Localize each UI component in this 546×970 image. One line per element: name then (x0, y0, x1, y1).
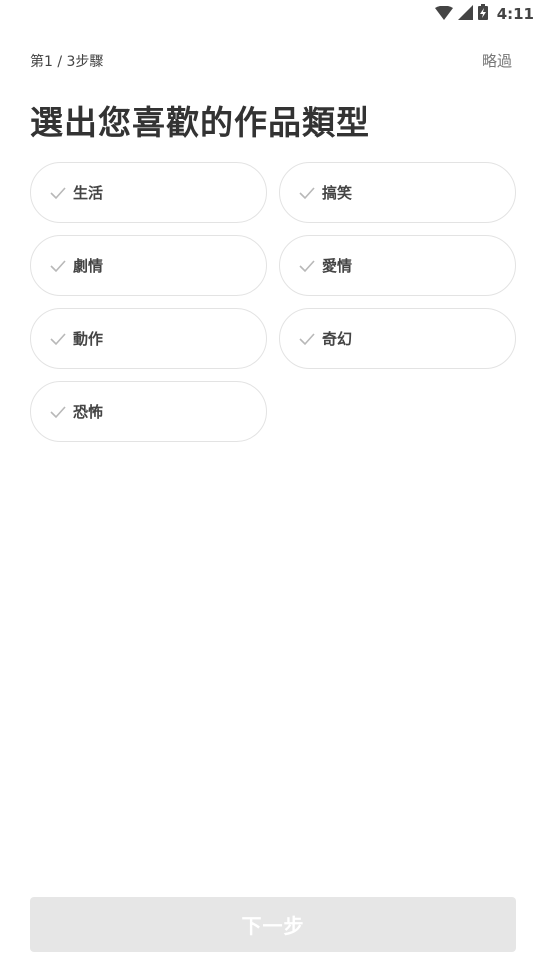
genre-label: 奇幻 (322, 330, 353, 348)
check-icon (298, 184, 316, 202)
genre-label: 劇情 (73, 257, 104, 275)
genre-chip-action[interactable]: 動作 (30, 308, 267, 369)
genre-chip-life[interactable]: 生活 (30, 162, 267, 223)
genre-label: 動作 (73, 330, 104, 348)
wifi-icon (434, 5, 453, 24)
signal-icon (457, 4, 473, 24)
genre-chip-drama[interactable]: 劇情 (30, 235, 267, 296)
step-indicator: 第1 / 3步驟 (30, 53, 104, 70)
check-icon (298, 330, 316, 348)
genre-label: 恐怖 (73, 403, 104, 421)
genre-chip-fantasy[interactable]: 奇幻 (279, 308, 516, 369)
status-time: 4:11 (496, 5, 534, 23)
check-icon (49, 257, 67, 275)
check-icon (298, 257, 316, 275)
status-bar: 4:11 (0, 0, 546, 28)
check-icon (49, 184, 67, 202)
next-button[interactable]: 下一步 (30, 897, 516, 952)
step-header: 第1 / 3步驟 略過 (30, 50, 512, 71)
skip-button[interactable]: 略過 (482, 50, 512, 71)
genre-label: 搞笑 (322, 184, 353, 202)
genre-grid: 生活 搞笑 劇情 愛情 動作 奇幻 恐怖 (30, 162, 516, 442)
page-title: 選出您喜歡的作品類型 (30, 103, 370, 142)
battery-charging-icon (477, 4, 488, 24)
check-icon (49, 330, 67, 348)
genre-chip-comedy[interactable]: 搞笑 (279, 162, 516, 223)
genre-chip-horror[interactable]: 恐怖 (30, 381, 267, 442)
genre-chip-romance[interactable]: 愛情 (279, 235, 516, 296)
check-icon (49, 403, 67, 421)
genre-label: 愛情 (322, 257, 353, 275)
genre-label: 生活 (73, 184, 104, 202)
